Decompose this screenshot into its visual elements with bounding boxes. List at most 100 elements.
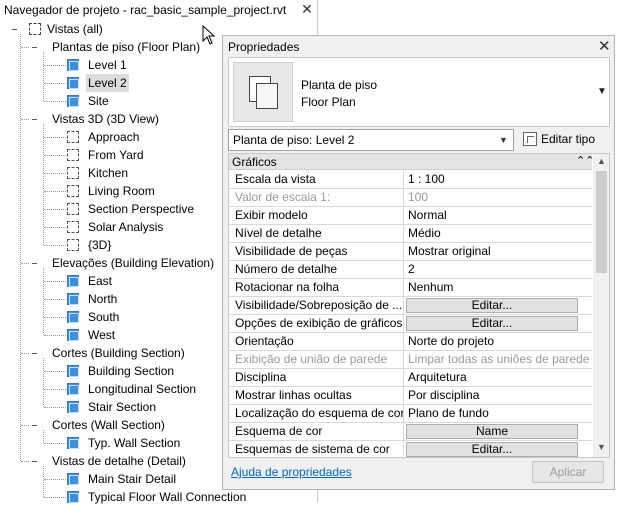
collapse-icon[interactable]	[30, 43, 39, 52]
type-selector[interactable]: Planta de piso Floor Plan ▼	[228, 57, 610, 127]
property-row[interactable]: Esquemas de sistema de cor Editar...	[229, 441, 592, 457]
tree-group-label: Vistas 3D (3D View)	[52, 112, 159, 126]
scrollbar-thumb[interactable]	[596, 171, 607, 273]
type-family-label: Planta de piso	[301, 78, 378, 92]
tree-guide-line	[44, 155, 66, 156]
tree-view-label: South	[88, 310, 120, 324]
property-row[interactable]: Valor de escala 1: 100	[229, 189, 592, 207]
tree-view-label: From Yard	[88, 148, 144, 162]
property-value[interactable]: Normal	[405, 207, 592, 224]
view-sheet-icon	[67, 473, 79, 485]
view-3d-icon	[67, 167, 79, 179]
property-row[interactable]: Nível de detalhe Médio	[229, 225, 592, 243]
property-edit-button[interactable]: Name	[406, 424, 578, 439]
tree-view-label: Typical Floor Wall Connection	[88, 490, 247, 504]
tree-guide-line	[44, 497, 66, 498]
edit-type-button[interactable]: Editar tipo	[523, 132, 595, 146]
instance-filter-dropdown[interactable]: Planta de piso: Level 2 ▼	[228, 129, 514, 151]
tree-view-label: Stair Section	[88, 400, 157, 414]
property-name: Exibir modelo	[229, 207, 404, 224]
property-value[interactable]: Plano de fundo	[405, 405, 592, 422]
instance-filter-value: Planta de piso: Level 2	[233, 133, 355, 147]
tree-guide-line	[21, 425, 29, 426]
tree-guide-line	[44, 137, 66, 138]
tree-guide-line	[44, 389, 66, 390]
view-sheet-icon	[67, 95, 79, 107]
tree-guide-line	[44, 407, 66, 408]
edit-type-icon	[523, 132, 537, 146]
collapse-icon[interactable]: ⌃⌃	[576, 154, 594, 167]
tree-guide-line	[44, 299, 66, 300]
property-row[interactable]: Exibição de união de parede Limpar todas …	[229, 351, 592, 369]
property-name: Orientação	[229, 333, 404, 350]
property-name: Mostrar linhas ocultas	[229, 387, 404, 404]
view-sheet-icon	[67, 383, 79, 395]
property-name: Nível de detalhe	[229, 225, 404, 242]
property-row[interactable]: Esquema de cor Name	[229, 423, 592, 441]
property-row[interactable]: Visibilidade de peças Mostrar original	[229, 243, 592, 261]
view-sheet-icon	[67, 59, 79, 71]
properties-grid: Gráficos ⌃⌃ Escala da vista 1 : 100 Valor …	[228, 153, 610, 458]
tree-view-label: Site	[88, 94, 109, 108]
scroll-down-icon[interactable]: ▼	[597, 442, 606, 452]
collapse-icon[interactable]	[30, 349, 39, 358]
property-row[interactable]: Opções de exibição de gráficos Editar...	[229, 315, 592, 333]
property-name: Opções de exibição de gráficos	[229, 315, 404, 332]
property-row[interactable]: Número de detalhe 2	[229, 261, 592, 279]
property-row[interactable]: Mostrar linhas ocultas Por disciplina	[229, 387, 592, 405]
property-row[interactable]: Visibilidade/Sobreposição de ... Editar..…	[229, 297, 592, 315]
property-value[interactable]: Por disciplina	[405, 387, 592, 404]
collapse-icon[interactable]	[30, 259, 39, 268]
collapse-icon[interactable]	[30, 421, 39, 430]
tree-view-label: Solar Analysis	[88, 220, 164, 234]
dropdown-arrow-icon[interactable]: ▼	[597, 86, 607, 97]
tree-guide-line	[21, 47, 29, 48]
property-row[interactable]: Localização do esquema de cor Plano de fu…	[229, 405, 592, 423]
apply-button[interactable]: Aplicar	[532, 461, 604, 483]
tree-guide-line	[44, 443, 66, 444]
property-name: Valor de escala 1:	[229, 189, 404, 206]
collapse-icon[interactable]	[30, 457, 39, 466]
property-edit-button[interactable]: Editar...	[406, 442, 578, 457]
properties-scrollbar[interactable]: ▲ ▼	[593, 154, 609, 457]
property-value[interactable]: 2	[405, 261, 592, 278]
tree-guide-line	[44, 83, 66, 84]
tree-view-item[interactable]: Typical Floor Wall Connection	[0, 488, 300, 506]
collapse-icon[interactable]	[10, 25, 19, 34]
tree-group-label: Cortes (Wall Section)	[52, 418, 165, 432]
tree-view-label: North	[88, 292, 118, 306]
collapse-icon[interactable]	[30, 115, 39, 124]
property-row[interactable]: Exibir modelo Normal	[229, 207, 592, 225]
properties-help-link[interactable]: Ajuda de propriedades	[231, 465, 352, 479]
tree-group-label: Elevações (Building Elevation)	[52, 256, 215, 270]
property-name: Rotacionar na folha	[229, 279, 404, 296]
view-3d-icon	[67, 131, 79, 143]
property-name: Esquema de cor	[229, 423, 404, 440]
property-value[interactable]: Médio	[405, 225, 592, 242]
view-3d-icon	[67, 203, 79, 215]
scroll-up-icon[interactable]: ▲	[597, 156, 606, 166]
tree-view-label: East	[88, 274, 113, 288]
close-icon[interactable]: ✕	[598, 37, 611, 55]
group-header-graphics[interactable]: Gráficos ⌃⌃	[229, 154, 594, 170]
property-row[interactable]: Orientação Norte do projeto	[229, 333, 592, 351]
property-value[interactable]: Mostrar original	[405, 243, 592, 260]
close-icon[interactable]: ✕	[300, 1, 314, 17]
property-value[interactable]: Arquitetura	[405, 369, 592, 386]
view-sheet-icon	[67, 293, 79, 305]
property-row[interactable]: Rotacionar na folha Nenhum	[229, 279, 592, 297]
tree-guide-line	[44, 335, 66, 336]
property-value[interactable]: 1 : 100	[405, 171, 592, 188]
view-3d-icon	[67, 185, 79, 197]
view-sheet-icon	[67, 311, 79, 323]
chevron-down-icon: ▼	[499, 135, 508, 145]
property-value[interactable]: Nenhum	[405, 279, 592, 296]
views-icon	[29, 23, 41, 35]
view-sheet-icon	[67, 329, 79, 341]
property-row[interactable]: Escala da vista 1 : 100	[229, 171, 592, 189]
property-edit-button[interactable]: Editar...	[406, 298, 578, 313]
property-value[interactable]: Norte do projeto	[405, 333, 592, 350]
tree-guide-line	[44, 191, 66, 192]
property-row[interactable]: Disciplina Arquitetura	[229, 369, 592, 387]
property-edit-button[interactable]: Editar...	[406, 316, 578, 331]
